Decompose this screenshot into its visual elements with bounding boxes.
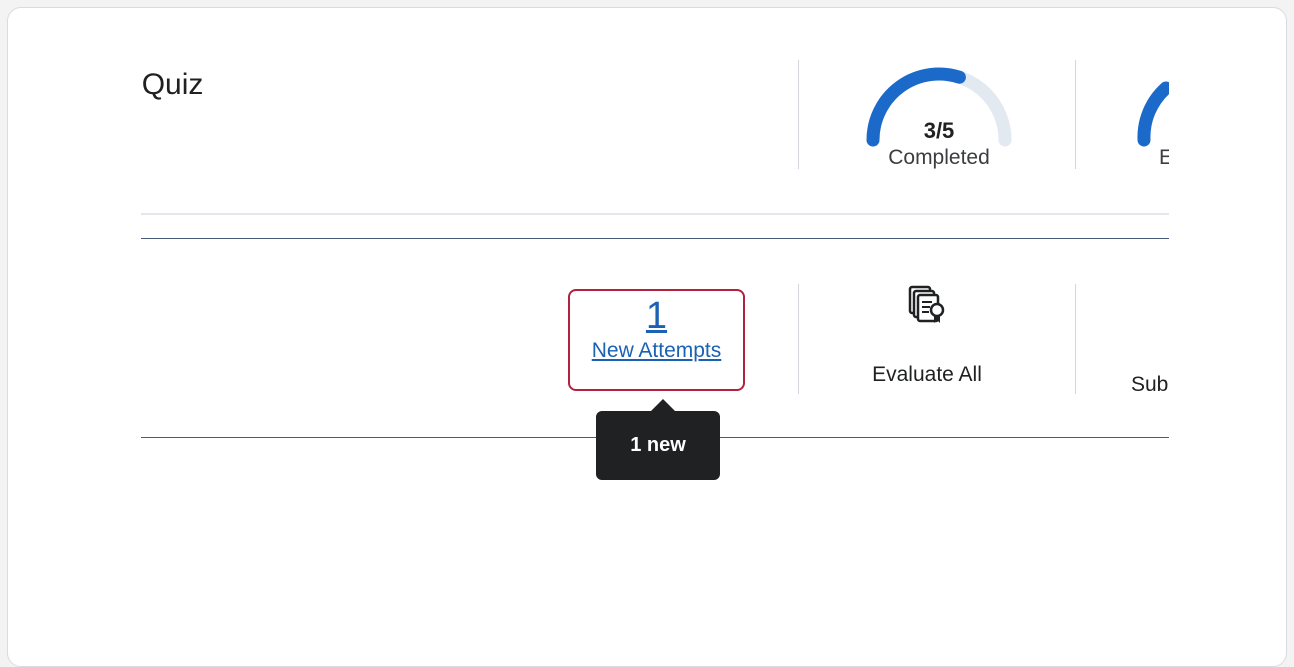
submissions-link[interactable]: Sub [1131, 373, 1168, 397]
new-attempts-tooltip: 1 new [596, 411, 720, 480]
actions-divider [798, 284, 799, 394]
quiz-summary-card: : Quiz 3/5 Completed E 1 New Attempts [7, 7, 1287, 667]
evaluate-all-label[interactable]: Evaluate All [847, 363, 1007, 387]
completed-count: 3/5 [923, 118, 955, 143]
new-attempts-count[interactable]: 1 [570, 294, 743, 338]
second-gauge [1137, 81, 1169, 147]
documents-ribbon-icon [908, 285, 945, 323]
new-attempts-link[interactable]: 1 New Attempts [568, 289, 745, 391]
stats-divider [798, 60, 799, 169]
scroll-viewport: : Quiz 3/5 Completed E 1 New Attempts [141, 8, 1169, 666]
evaluate-all-button[interactable]: Evaluate All [847, 284, 1007, 394]
completed-label: Completed [888, 146, 990, 169]
stats-divider [1075, 60, 1076, 169]
table-top-border [141, 238, 1169, 239]
second-gauge-label: E [1156, 146, 1169, 170]
actions-divider [1075, 284, 1076, 394]
new-attempts-label[interactable]: New Attempts [570, 339, 743, 363]
section-divider [141, 213, 1169, 215]
quiz-title: : Quiz [141, 68, 204, 101]
